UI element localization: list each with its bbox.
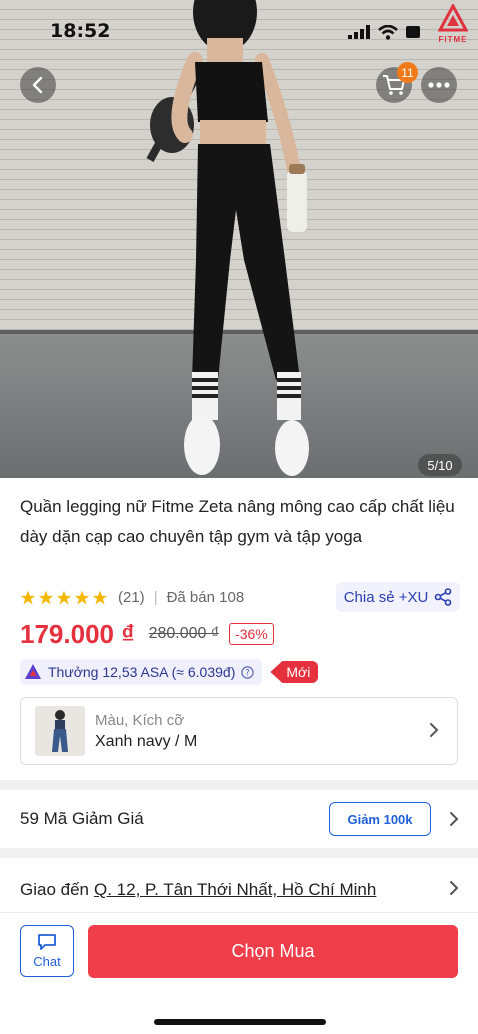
new-tag: Mới xyxy=(270,661,319,683)
shipping-address[interactable]: Q. 12, P. Tân Thới Nhất, Hồ Chí Minh xyxy=(94,880,376,900)
variant-label: Màu, Kích cỡ xyxy=(95,711,185,729)
reward-text: Thưởng 12,53 ASA (≈ 6.039đ) xyxy=(48,664,236,680)
bottom-action-bar: Chat Chọn Mua xyxy=(0,912,478,1034)
more-icon xyxy=(428,82,450,88)
product-title: Quần legging nữ Fitme Zeta nâng mông cao… xyxy=(20,497,455,546)
voucher-label: 59 Mã Giảm Giá xyxy=(20,809,144,828)
battery-icon xyxy=(406,26,420,38)
shipping-prefix: Giao đến xyxy=(20,880,89,899)
voucher-tag: Giảm 100k xyxy=(329,802,431,836)
review-count: (21) xyxy=(118,588,145,606)
chat-label: Chat xyxy=(33,954,61,969)
brand-logo: FITME xyxy=(432,2,474,46)
share-button[interactable]: Chia sẻ +XU xyxy=(336,582,460,612)
sold-count: Đã bán 108 xyxy=(166,588,245,606)
status-icons xyxy=(348,22,422,42)
share-label: Chia sẻ +XU xyxy=(343,588,429,606)
rating-stars xyxy=(20,590,108,605)
section-divider xyxy=(0,848,478,858)
status-time: 18:52 xyxy=(50,20,111,42)
image-counter: 5/10 xyxy=(418,454,462,476)
chat-icon xyxy=(38,934,56,950)
star-icon xyxy=(92,590,108,604)
buy-button[interactable]: Chọn Mua xyxy=(88,925,458,978)
back-button[interactable] xyxy=(20,67,56,103)
variant-selector[interactable]: Màu, Kích cỡ Xanh navy / M xyxy=(20,697,458,765)
wifi-icon xyxy=(378,24,398,40)
section-divider xyxy=(0,780,478,790)
voucher-row[interactable]: 59 Mã Giảm Giá Giảm 100k xyxy=(0,790,478,848)
chevron-left-icon xyxy=(32,76,43,94)
help-icon[interactable]: ? xyxy=(241,665,255,679)
variant-value: Xanh navy / M xyxy=(95,732,198,750)
variant-thumbnail-image xyxy=(35,706,85,756)
discount-badge: -36% xyxy=(229,623,274,645)
star-icon xyxy=(38,590,54,604)
home-indicator xyxy=(154,1019,326,1025)
svg-text:?: ? xyxy=(246,668,251,678)
star-icon xyxy=(56,590,72,604)
fitme-logo-icon xyxy=(437,2,469,32)
price-row: 179.000 ₫ 280.000 ₫ -36% xyxy=(20,616,274,652)
chevron-right-icon xyxy=(450,881,459,895)
reward-row[interactable]: Thưởng 12,53 ASA (≈ 6.039đ) ? Mới xyxy=(20,659,319,685)
share-icon xyxy=(435,588,452,606)
reward-box: Thưởng 12,53 ASA (≈ 6.039đ) ? xyxy=(20,659,263,685)
variant-thumbnail xyxy=(35,706,85,756)
rating-row[interactable]: (21) | Đã bán 108 xyxy=(20,587,244,607)
cart-badge: 11 xyxy=(397,62,418,83)
asa-logo-icon xyxy=(25,664,41,679)
chevron-right-icon xyxy=(450,812,459,826)
signal-icon xyxy=(348,25,370,39)
chevron-right-icon xyxy=(430,723,439,737)
star-icon xyxy=(20,590,36,604)
more-options-button[interactable] xyxy=(421,67,457,103)
star-icon xyxy=(74,590,90,604)
shipping-row[interactable]: Giao đến Q. 12, P. Tân Thới Nhất, Hồ Chí… xyxy=(0,868,478,912)
separator: | xyxy=(153,588,158,606)
current-price: 179.000 ₫ xyxy=(20,618,135,649)
brand-logo-text: FITME xyxy=(438,35,468,44)
chat-button[interactable]: Chat xyxy=(20,925,74,977)
original-price: 280.000 ₫ xyxy=(148,625,220,642)
